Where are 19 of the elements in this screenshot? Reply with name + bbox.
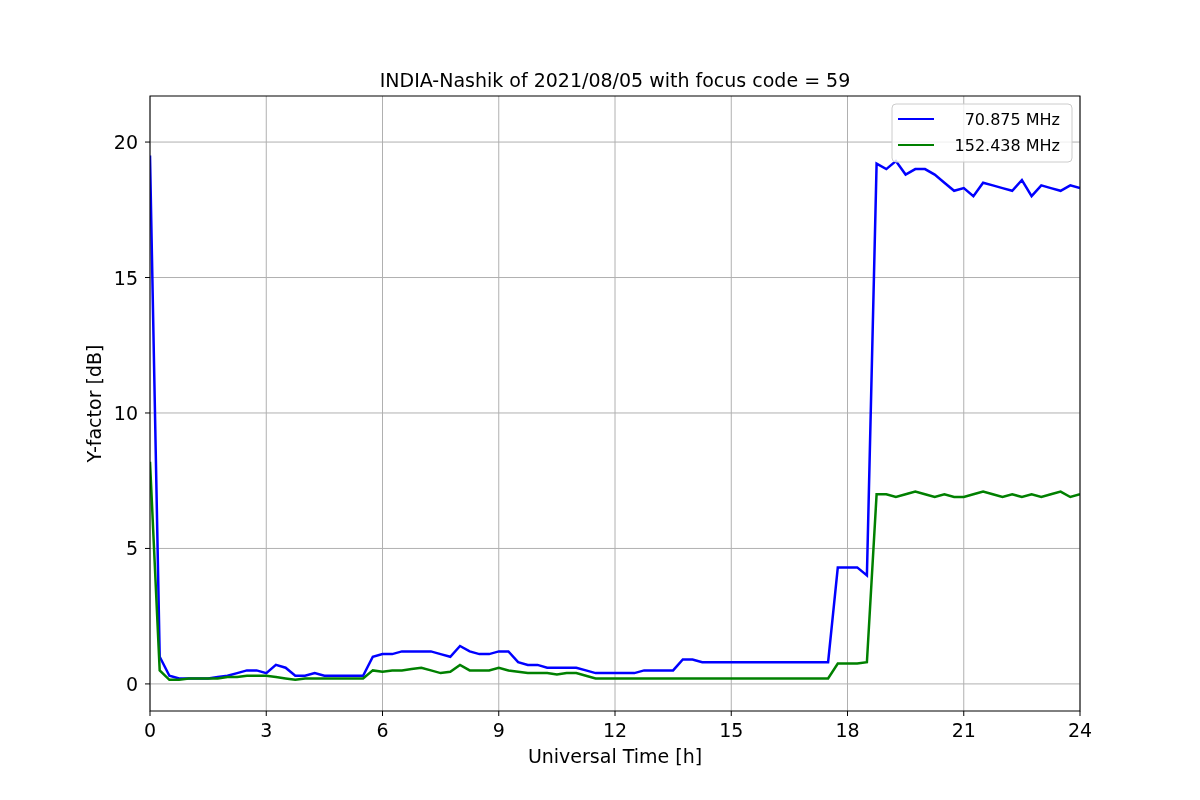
tick-label: 0 xyxy=(143,719,157,741)
tick-label: 3 xyxy=(260,719,273,741)
tick-label: 5 xyxy=(125,537,138,560)
tick-label: 20 xyxy=(113,131,138,154)
tick-label: 21 xyxy=(951,719,976,741)
tick-label: 6 xyxy=(376,719,389,741)
tick-label: 15 xyxy=(113,266,138,289)
axis-label: Universal Time [h] xyxy=(527,745,703,767)
axis-label: Y-factor [dB] xyxy=(83,344,105,463)
tick-label: 0 xyxy=(125,672,138,695)
tick-label: 18 xyxy=(835,719,860,741)
tick-label: 10 xyxy=(113,402,138,424)
tick-label: 24 xyxy=(1067,719,1093,741)
tick-label: 15 xyxy=(719,719,744,741)
chart-title: INDIA-Nashik of 2021/08/05 with focus code = 59 xyxy=(379,69,851,91)
legend-label: 70.875 MHz xyxy=(964,110,1060,129)
legend-label: 152.438 MHz xyxy=(954,136,1060,155)
tick-label: 12 xyxy=(602,719,628,741)
tick-label: 9 xyxy=(492,719,505,741)
